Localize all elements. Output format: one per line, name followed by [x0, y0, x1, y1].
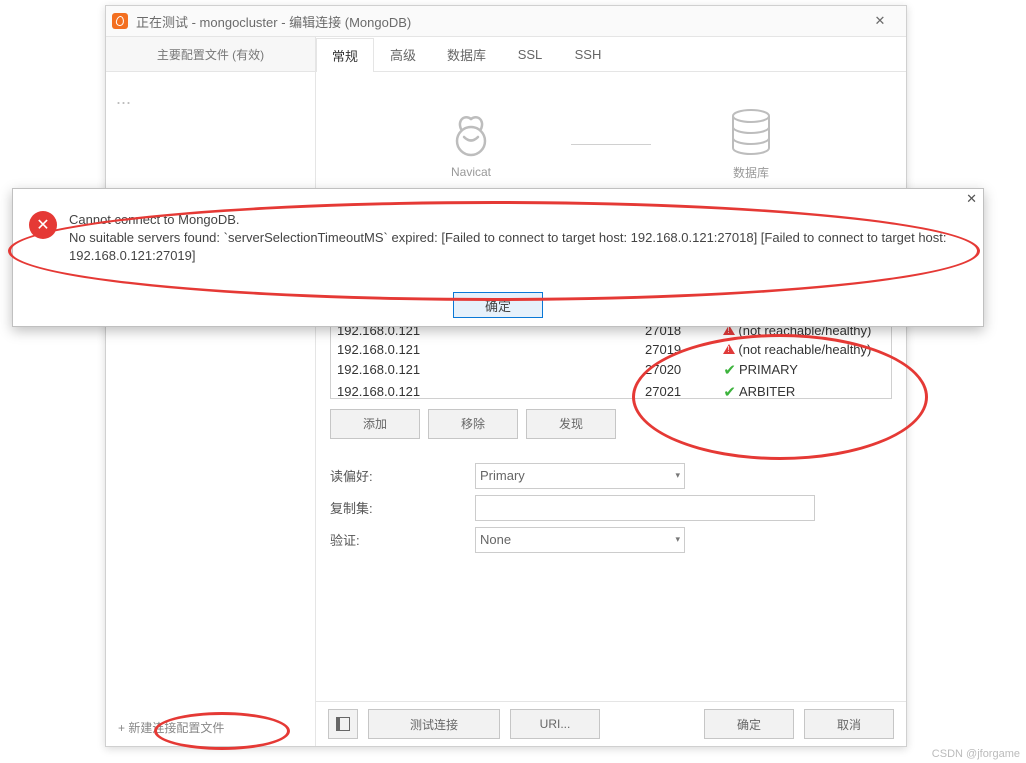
navicat-caption: Navicat — [451, 165, 491, 179]
read-pref-select[interactable]: Primary▾ — [475, 463, 685, 489]
database-icon — [729, 108, 773, 158]
database-caption: 数据库 — [733, 164, 769, 181]
error-message: Cannot connect to MongoDB. No suitable s… — [69, 211, 967, 266]
main-panel: 常规 高级 数据库 SSL SSH Navic — [316, 37, 906, 746]
edit-connection-window: 正在测试 - mongocluster - 编辑连接 (MongoDB) ✕ 主… — [105, 5, 907, 747]
replica-set-input[interactable] — [475, 495, 815, 521]
sidebar-header: 主要配置文件 (有效) — [106, 37, 315, 72]
error-icon: ✕ — [29, 211, 57, 239]
layout-icon — [336, 717, 350, 731]
discover-button[interactable]: 发现 — [526, 409, 616, 439]
add-button[interactable]: 添加 — [330, 409, 420, 439]
tab-general[interactable]: 常规 — [316, 38, 374, 72]
check-icon: ✔ — [723, 383, 736, 401]
connection-illustration: Navicat 数据库 — [330, 108, 892, 181]
profiles-sidebar: 主要配置文件 (有效) ... + 新建连接配置文件 — [106, 37, 316, 746]
tab-databases[interactable]: 数据库 — [432, 37, 501, 71]
dialog-ok-button[interactable]: 确定 — [453, 292, 543, 318]
remove-button[interactable]: 移除 — [428, 409, 518, 439]
auth-select[interactable]: None▾ — [475, 527, 685, 553]
read-pref-label: 读偏好: — [330, 466, 475, 485]
close-icon[interactable]: ✕ — [860, 6, 900, 36]
uri-button[interactable]: URI... — [510, 709, 600, 739]
chevron-down-icon: ▾ — [675, 470, 680, 481]
titlebar: 正在测试 - mongocluster - 编辑连接 (MongoDB) ✕ — [106, 6, 906, 37]
replica-set-label: 复制集: — [330, 498, 475, 517]
ok-button[interactable]: 确定 — [704, 709, 794, 739]
new-profile-button[interactable]: + 新建连接配置文件 — [118, 719, 303, 736]
auth-label: 验证: — [330, 530, 475, 549]
cancel-button[interactable]: 取消 — [804, 709, 894, 739]
navicat-icon — [447, 111, 495, 159]
dialog-close-icon[interactable]: ✕ — [966, 191, 977, 207]
window-title: 正在测试 - mongocluster - 编辑连接 (MongoDB) — [136, 12, 860, 31]
check-icon: ✔ — [723, 361, 736, 379]
bottom-bar: 测试连接 URI... 确定 取消 — [316, 701, 906, 746]
table-row[interactable]: 192.168.0.12127021✔ARBITER — [331, 381, 891, 403]
tab-ssl[interactable]: SSL — [501, 37, 559, 71]
watermark: CSDN @jforgame — [932, 748, 1020, 760]
error-dialog: ✕ ✕ Cannot connect to MongoDB. No suitab… — [12, 188, 984, 327]
table-row[interactable]: 192.168.0.12127020✔PRIMARY — [331, 359, 891, 381]
table-row[interactable]: 192.168.0.12127019(not reachable/healthy… — [331, 340, 891, 359]
navicat-app-icon — [112, 13, 128, 29]
chevron-down-icon: ▾ — [675, 534, 680, 545]
warning-icon — [723, 344, 735, 354]
tab-ssh[interactable]: SSH — [559, 37, 617, 71]
tabs: 常规 高级 数据库 SSL SSH — [316, 37, 906, 72]
test-connection-button[interactable]: 测试连接 — [368, 709, 500, 739]
sidebar-current-profile[interactable]: ... — [116, 88, 305, 109]
tab-advanced[interactable]: 高级 — [374, 37, 432, 71]
layout-toggle-button[interactable] — [328, 709, 358, 739]
